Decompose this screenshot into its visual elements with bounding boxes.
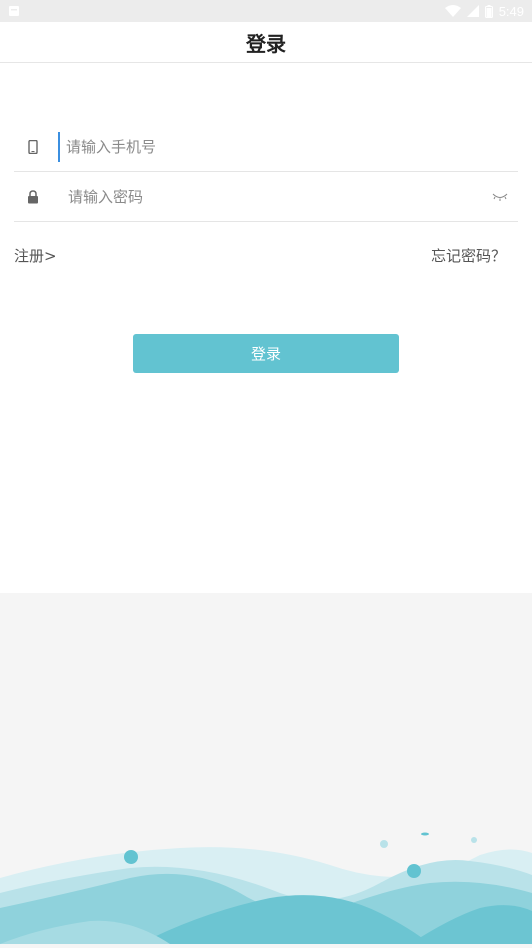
page-title: 登录 — [246, 31, 286, 56]
status-right: 5:49 — [444, 3, 524, 19]
wifi-icon — [444, 5, 461, 17]
status-left — [8, 5, 20, 17]
title-bar: 登录 — [0, 22, 532, 63]
password-input[interactable] — [60, 182, 486, 212]
phone-input[interactable] — [58, 132, 518, 162]
login-button[interactable]: 登录 — [133, 334, 399, 373]
link-row: 注册> 忘记密码？ — [14, 241, 518, 269]
phone-icon — [14, 140, 52, 154]
status-bar: 5:49 — [0, 0, 532, 22]
notification-icon — [8, 5, 20, 17]
eye-closed-icon[interactable] — [486, 187, 514, 207]
battery-icon — [484, 4, 493, 18]
phone-field-row — [14, 123, 518, 172]
password-field-row — [14, 173, 518, 222]
forgot-password-link[interactable]: 忘记密码？ — [431, 245, 506, 266]
wave-decoration — [0, 593, 532, 944]
register-link[interactable]: 注册> — [14, 245, 57, 266]
status-time: 5:49 — [498, 3, 524, 19]
wave-illustration — [0, 832, 532, 944]
login-form-area: 注册> 忘记密码？ 登录 — [0, 63, 532, 593]
signal-icon — [466, 5, 479, 17]
lock-icon — [14, 190, 52, 204]
